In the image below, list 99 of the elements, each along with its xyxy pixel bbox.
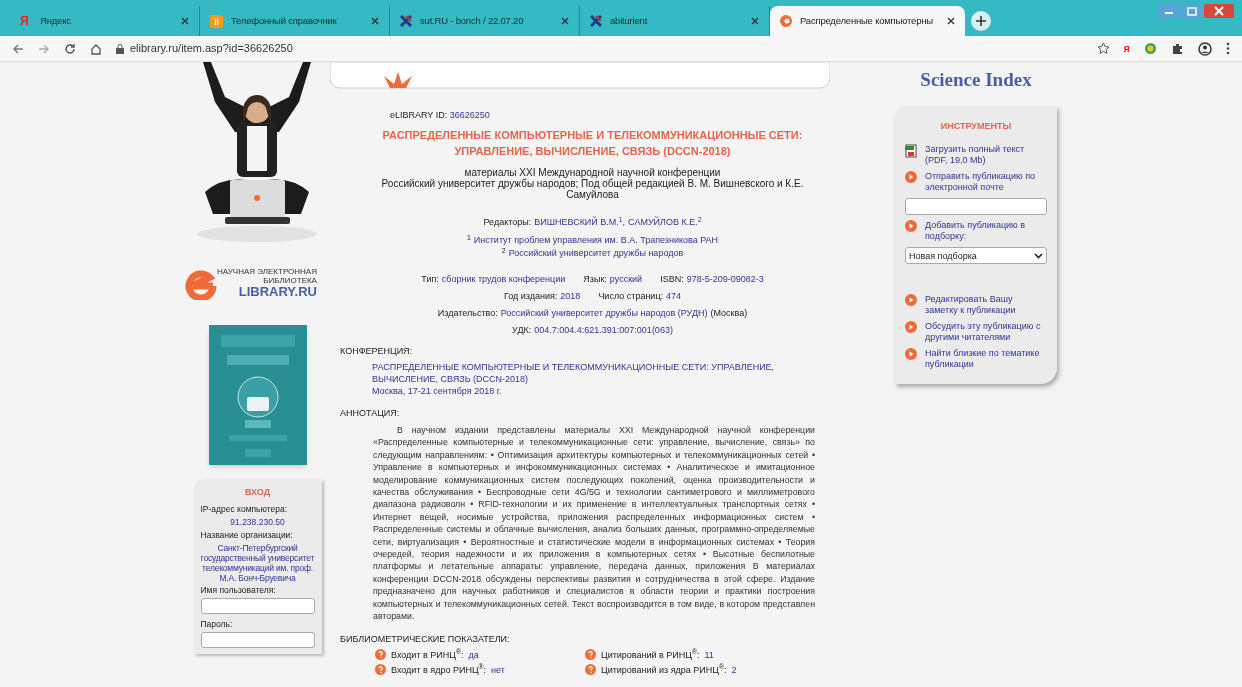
affiliation-link[interactable]: Российский университет дружбы народов xyxy=(508,247,684,259)
conference-link[interactable]: РАСПРЕДЕЛЕННЫЕ КОМПЬЮТЕРНЫЕ И ТЕЛЕКОММУНИКАЦИОННЫЕ СЕТИ: УПРАВЛЕНИЕ, ВЫЧИСЛЕНИЕ, СВЯЗЬ (DCCN-2018) xyxy=(372,361,785,385)
browser-tab[interactable]: Распределенные компьютерны xyxy=(770,6,965,36)
field-label: Издательство: xyxy=(437,307,498,319)
minimize-button[interactable] xyxy=(1158,4,1180,18)
id-value: 36626250 xyxy=(449,110,490,120)
tab-icon xyxy=(400,15,412,27)
puzzle-icon[interactable] xyxy=(1171,42,1184,55)
ip-address: 91.238.230.50 xyxy=(229,517,286,528)
field-value: сборник трудов конференции xyxy=(441,273,566,285)
field-value: (Москва) xyxy=(710,307,748,319)
close-icon[interactable] xyxy=(947,17,955,25)
play-icon[interactable] xyxy=(905,220,917,232)
tab-icon: Я xyxy=(20,12,32,30)
lock-icon[interactable] xyxy=(116,43,124,54)
pdf-file-icon[interactable] xyxy=(905,144,917,158)
star-icon[interactable] xyxy=(1096,42,1110,55)
field-label: УДК: xyxy=(512,324,532,336)
help-icon[interactable] xyxy=(585,649,596,660)
extension-icon[interactable] xyxy=(1144,42,1157,55)
profile-icon[interactable] xyxy=(1198,41,1212,56)
help-icon[interactable] xyxy=(585,664,596,675)
field-value: 978-5-209-09082-3 xyxy=(686,273,764,285)
tab-icon xyxy=(780,15,792,27)
tool-link[interactable]: Добавить публикацию в подборку: xyxy=(925,220,1047,242)
logo-caption: НАУЧНАЯ ЭЛЕКТРОННАЯ xyxy=(217,267,317,276)
field-label: Год издания: xyxy=(503,290,558,302)
tool-link[interactable]: Отправить публикацию по электронной почте xyxy=(925,171,1047,193)
extension-icon[interactable]: я xyxy=(1123,40,1130,57)
menu-icon[interactable] xyxy=(1226,42,1230,55)
tool-link[interactable]: Редактировать Вашу заметку к публикации xyxy=(925,294,1047,316)
metric-value[interactable]: 2 xyxy=(731,663,737,676)
play-icon[interactable] xyxy=(905,294,917,306)
metric-value[interactable]: 11 xyxy=(704,648,714,661)
tool-link[interactable]: Загрузить полный текст (PDF, 19,0 Mb) xyxy=(925,144,1047,166)
editor-link[interactable]: ВИШНЕВСКИЙ В.М.$^{1}$, xyxy=(534,216,626,228)
reload-icon[interactable] xyxy=(64,42,76,55)
tool-link[interactable]: Обсудить эту публикацию с другими читателями xyxy=(925,321,1047,343)
close-icon[interactable] xyxy=(751,17,759,25)
field-value: 2018 xyxy=(560,290,581,302)
close-icon[interactable] xyxy=(371,17,379,25)
panel-title: ИНСТРУМЕНТЫ xyxy=(939,120,1013,132)
field-label: Пароль: xyxy=(200,619,234,630)
tab-icon xyxy=(590,15,602,27)
username-field[interactable] xyxy=(200,598,315,614)
home-icon[interactable] xyxy=(90,42,102,55)
metric-label: Цитирований в РИНЦ$^{®}$: xyxy=(601,648,700,661)
field-label: Число страниц: xyxy=(598,290,664,302)
collection-dropdown[interactable]: Новая подборка xyxy=(905,247,1047,264)
editor-link[interactable]: САМУЙЛОВ К.Е.$^{2}$ xyxy=(628,216,702,228)
play-icon[interactable] xyxy=(905,171,917,183)
field-label: Тип: xyxy=(421,273,439,285)
field-label: Имя пользователя: xyxy=(200,585,277,596)
address-bar[interactable]: elibrary.ru/item.asp?id=36626250 xyxy=(130,40,293,57)
metric-value[interactable]: да xyxy=(468,648,479,661)
section-heading: КОНФЕРЕНЦИЯ: xyxy=(340,345,414,357)
plus-icon xyxy=(976,16,986,26)
help-icon[interactable] xyxy=(375,649,386,660)
field-label: ISBN: xyxy=(660,273,684,285)
editors-label: Редакторы: xyxy=(483,216,532,228)
play-icon[interactable] xyxy=(905,348,917,360)
email-field[interactable] xyxy=(905,198,1047,215)
section-heading: БИБЛИОМЕТРИЧЕСКИЕ ПОКАЗАТЕЛИ: xyxy=(340,632,511,645)
editorial-note: Российский университет дружбы народов; Под общей редакцией В. М. Вишневского и К.Е. Самуйлова xyxy=(380,178,805,200)
close-icon[interactable] xyxy=(561,17,569,25)
tool-link[interactable]: Найти близкие по тематике публикации xyxy=(925,348,1047,370)
panel-title: ВХОД xyxy=(243,487,272,498)
metric-label: Входит в ядро РИНЦ$^{®}$: xyxy=(391,663,487,676)
close-button[interactable] xyxy=(1204,4,1234,18)
password-field[interactable] xyxy=(200,632,315,648)
maximize-button[interactable] xyxy=(1181,4,1203,18)
forward-icon[interactable] xyxy=(38,42,50,55)
field-value: 474 xyxy=(666,290,682,302)
publication-title: РАСПРЕДЕЛЕННЫЕ КОМПЬЮТЕРНЫЕ И ТЕЛЕКОММУНИКАЦИОННЫЕ СЕТИ: УПРАВЛЕНИЕ, ВЫЧИСЛЕНИЕ, СВЯЗЬ (DCCN-2018) xyxy=(381,128,804,159)
back-icon[interactable] xyxy=(12,42,24,55)
field-label: IP-адрес компьютера: xyxy=(200,504,289,515)
new-tab-button[interactable] xyxy=(971,11,991,31)
id-label: eLIBRARY ID: xyxy=(390,110,449,120)
play-icon[interactable] xyxy=(905,321,917,333)
field-value: Российский университет дружбы народов (РУДН) xyxy=(500,307,708,319)
conference-date: Москва, 17-21 сентября 2018 г. xyxy=(372,385,503,397)
close-icon[interactable] xyxy=(181,17,189,25)
affiliation-link[interactable]: Институт проблем управления им. В.А. Трапезникова РАН xyxy=(473,234,719,246)
field-value: русский xyxy=(609,273,643,285)
subtitle: материалы XXI Международной научной конференции xyxy=(463,167,721,178)
logo-name: LIBRARY.RU xyxy=(238,285,317,299)
science-index-logo: Science Index xyxy=(920,68,1032,92)
logo-caption: БИБЛИОТЕКА xyxy=(263,276,317,285)
metric-label: Цитирований из ядра РИНЦ$^{®}$: xyxy=(601,663,727,676)
abstract-text: В научном издании представлены материалы XXI Международной научной конференции «Распределенные компьютерные и телекоммуникационные сети: управление, вычисление, связь» по следующим направлениям: • Оптимизация архитектуры компьютерных и телекоммуникационных сетей • Управление в компьютерных и инфокоммуникационных системах • Аналитическое и имитационное моделирование коммуникационных систем последующих поколений, оценка производительности и качества обслуживания • Беспроводные сети 4G/5G и технологии сантиметрового и миллиметрового диапазона радиоволн • RFID-технологии и их применение в интеллектуальных транспортных сетях • Интернет вещей, носимые устройства, приложения распределенных информационных систем • Распределенные системы и облачные вычисления, анализ больших данных, программно-определяемые сети, виртуализация • Вероятностные и статистические модели в информационных системах • Теория очередей, теория надежности и их приложения в компьютерных сетях • Высотные беспилотные платформы и летательные аппараты: управление, передача данных, приложения В материалах конференции DCCN-2018 обсуждены перспективы развития и сотрудничества в этой сфере. Издание предназначено для научных работников и специалистов в области теории и практики построения компьютерных и телекоммуникационных сетей. Текст воспроизводится в том виде, в котором представлен авторами. xyxy=(373,424,815,623)
field-label: Название организации: xyxy=(200,530,294,541)
chevron-down-icon xyxy=(1034,252,1043,259)
metric-value[interactable]: нет xyxy=(491,663,505,676)
organization-name: Санкт-Петербургский государственный университет телекоммуникаций им. проф. М.А. Бонч-Бруевича xyxy=(200,543,315,583)
field-label: Язык: xyxy=(583,273,607,285)
section-heading: АННОТАЦИЯ: xyxy=(340,407,401,419)
field-value: 004.7:004.4:621.391:007:001(063) xyxy=(534,324,673,336)
metric-label: Входит в РИНЦ$^{®}$: xyxy=(391,648,464,661)
help-icon[interactable] xyxy=(375,664,386,675)
